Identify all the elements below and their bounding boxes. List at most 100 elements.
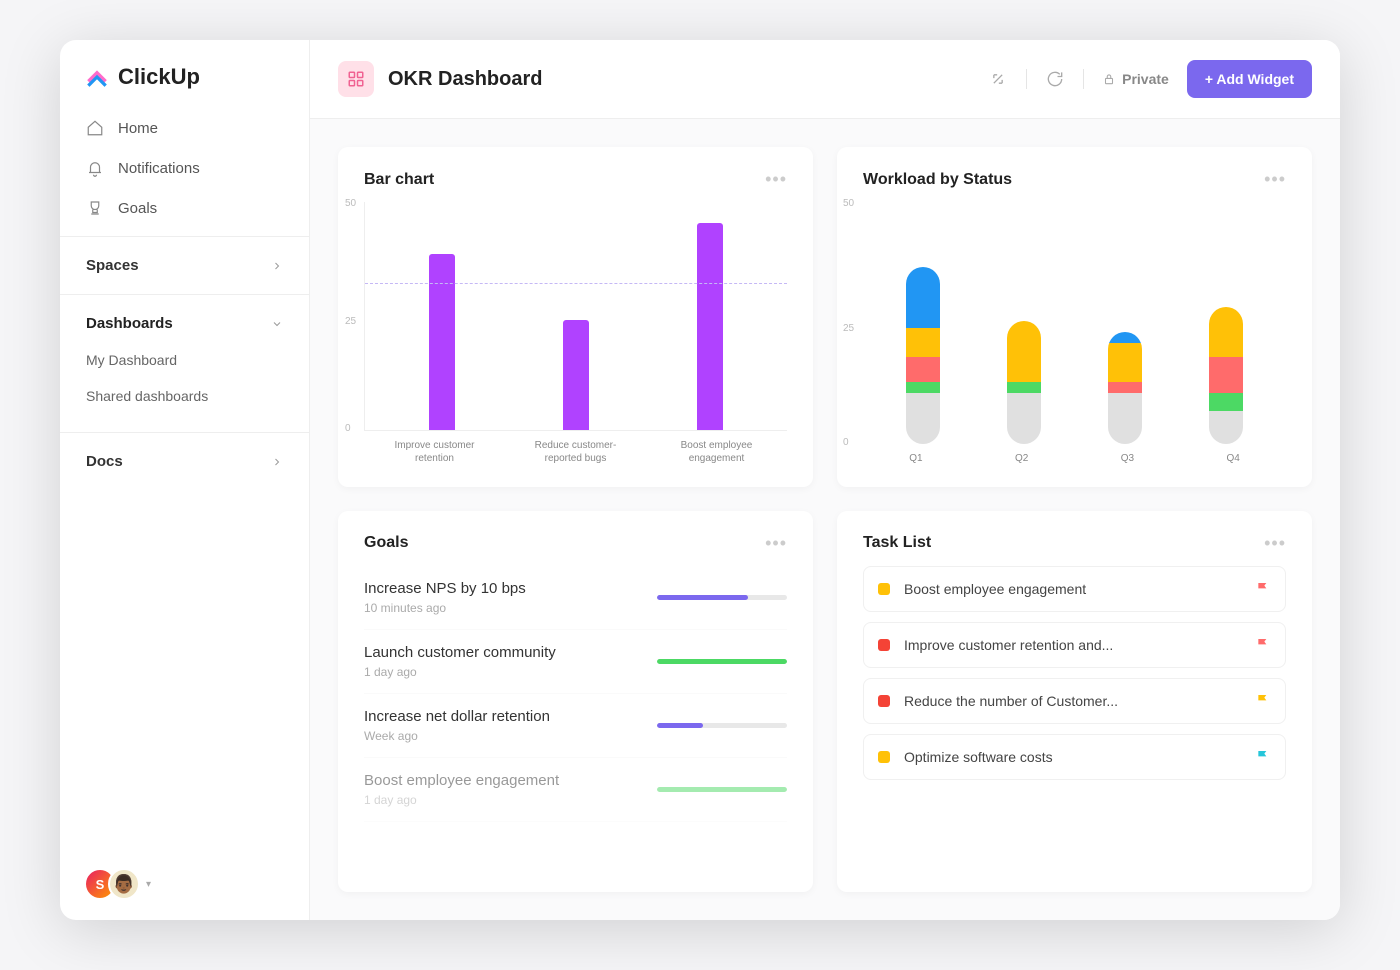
refresh-icon[interactable]: [1045, 69, 1065, 89]
avatar-2: [108, 868, 140, 900]
docs-header[interactable]: Docs: [60, 447, 309, 476]
bar-segment: [906, 357, 940, 382]
flag-icon: [1255, 693, 1271, 709]
app-window: ClickUp Home Notifications Goals Spaces: [60, 40, 1340, 920]
chevron-right-icon: [271, 456, 283, 468]
main-content: OKR Dashboard Private + Add Widget Bar c…: [310, 40, 1340, 920]
goal-item[interactable]: Increase net dollar retentionWeek ago: [364, 694, 787, 758]
card-title: Task List: [863, 534, 931, 552]
stacked-bar: [1209, 307, 1243, 444]
brand-logo[interactable]: ClickUp: [60, 40, 309, 108]
sidebar-item-shared-dashboards[interactable]: Shared dashboards: [60, 378, 309, 414]
user-avatars[interactable]: S ▾: [60, 848, 309, 920]
x-label: Boost employee engagement: [667, 439, 767, 465]
card-menu-icon[interactable]: •••: [1264, 533, 1286, 554]
card-title: Workload by Status: [863, 171, 1012, 189]
bar: [697, 223, 723, 429]
card-title: Bar chart: [364, 171, 434, 189]
section-spaces: Spaces: [60, 236, 309, 294]
task-name: Improve customer retention and...: [904, 637, 1241, 653]
task-name: Reduce the number of Customer...: [904, 693, 1241, 709]
card-menu-icon[interactable]: •••: [1264, 169, 1286, 190]
goal-time: 1 day ago: [364, 665, 637, 679]
nav-goals[interactable]: Goals: [60, 188, 309, 228]
status-square: [878, 695, 890, 707]
workload-card: Workload by Status ••• 50 25 0 Q1 Q2 Q3 Q4: [837, 147, 1312, 487]
nav-home[interactable]: Home: [60, 108, 309, 148]
goal-time: 1 day ago: [364, 793, 637, 807]
y-tick: 50: [345, 198, 356, 209]
flag-icon: [1255, 581, 1271, 597]
bar-segment: [1007, 393, 1041, 443]
stacked-bar: [1007, 321, 1041, 443]
status-square: [878, 583, 890, 595]
divider: [1083, 69, 1084, 89]
y-tick: 50: [843, 198, 854, 209]
progress-bar: [657, 723, 787, 728]
chevron-down-icon: [271, 318, 283, 330]
card-title: Goals: [364, 534, 408, 552]
x-label: Q2: [992, 452, 1052, 465]
task-item[interactable]: Optimize software costs: [863, 734, 1286, 780]
x-label: Reduce customer-reported bugs: [526, 439, 626, 465]
task-item[interactable]: Reduce the number of Customer...: [863, 678, 1286, 724]
bar-segment: [1209, 357, 1243, 393]
task-item[interactable]: Improve customer retention and...: [863, 622, 1286, 668]
stacked-chart: 50 25 0 Q1Q2Q3Q4: [863, 202, 1286, 465]
tasks-card: Task List ••• Boost employee engagement I…: [837, 511, 1312, 893]
bar-segment: [1007, 382, 1041, 393]
goal-time: Week ago: [364, 729, 637, 743]
status-square: [878, 639, 890, 651]
goal-item[interactable]: Boost employee engagement1 day ago: [364, 758, 787, 822]
dashboards-label: Dashboards: [86, 315, 173, 332]
nav-notifications-label: Notifications: [118, 160, 200, 177]
bar-segment: [1209, 411, 1243, 443]
avatar-dropdown-icon[interactable]: ▾: [146, 879, 151, 890]
widget-grid: Bar chart ••• 50 25 0 Improve customer r…: [310, 119, 1340, 920]
divider: [1026, 69, 1027, 89]
bar-segment: [1108, 382, 1142, 393]
dashboards-header[interactable]: Dashboards: [60, 309, 309, 338]
x-label: Q4: [1203, 452, 1263, 465]
bar-segment: [1007, 321, 1041, 382]
add-widget-button[interactable]: + Add Widget: [1187, 60, 1312, 98]
sidebar-item-my-dashboard[interactable]: My Dashboard: [60, 342, 309, 378]
bar-segment: [906, 328, 940, 357]
nav-notifications[interactable]: Notifications: [60, 148, 309, 188]
goal-item[interactable]: Increase NPS by 10 bps10 minutes ago: [364, 566, 787, 630]
bar-segment: [906, 267, 940, 328]
bar-chart: 50 25 0 Improve customer retentionReduce…: [364, 202, 787, 465]
task-name: Boost employee engagement: [904, 581, 1241, 597]
expand-icon[interactable]: [988, 69, 1008, 89]
x-label: Q1: [886, 452, 946, 465]
page-title: OKR Dashboard: [388, 68, 542, 91]
card-menu-icon[interactable]: •••: [765, 169, 787, 190]
bar-segment: [1209, 307, 1243, 357]
spaces-header[interactable]: Spaces: [60, 251, 309, 280]
x-label: Q3: [1097, 452, 1157, 465]
goal-time: 10 minutes ago: [364, 601, 637, 615]
spaces-label: Spaces: [86, 257, 139, 274]
task-name: Optimize software costs: [904, 749, 1241, 765]
bell-icon: [86, 159, 104, 177]
tasks-list: Boost employee engagement Improve custome…: [863, 566, 1286, 790]
progress-bar: [657, 595, 787, 600]
flag-icon: [1255, 749, 1271, 765]
y-tick: 0: [843, 437, 849, 448]
privacy-toggle[interactable]: Private: [1102, 71, 1169, 87]
privacy-label: Private: [1122, 71, 1169, 87]
card-menu-icon[interactable]: •••: [765, 533, 787, 554]
docs-label: Docs: [86, 453, 123, 470]
task-item[interactable]: Boost employee engagement: [863, 566, 1286, 612]
primary-nav: Home Notifications Goals: [60, 108, 309, 236]
home-icon: [86, 119, 104, 137]
stacked-bar: [906, 267, 940, 443]
sidebar: ClickUp Home Notifications Goals Spaces: [60, 40, 310, 920]
goals-list: Increase NPS by 10 bps10 minutes agoLaun…: [364, 566, 787, 822]
flag-icon: [1255, 637, 1271, 653]
section-dashboards: Dashboards My Dashboard Shared dashboard…: [60, 294, 309, 432]
y-tick: 25: [843, 323, 854, 334]
reference-line: [365, 283, 787, 284]
goal-item[interactable]: Launch customer community1 day ago: [364, 630, 787, 694]
nav-goals-label: Goals: [118, 200, 157, 217]
